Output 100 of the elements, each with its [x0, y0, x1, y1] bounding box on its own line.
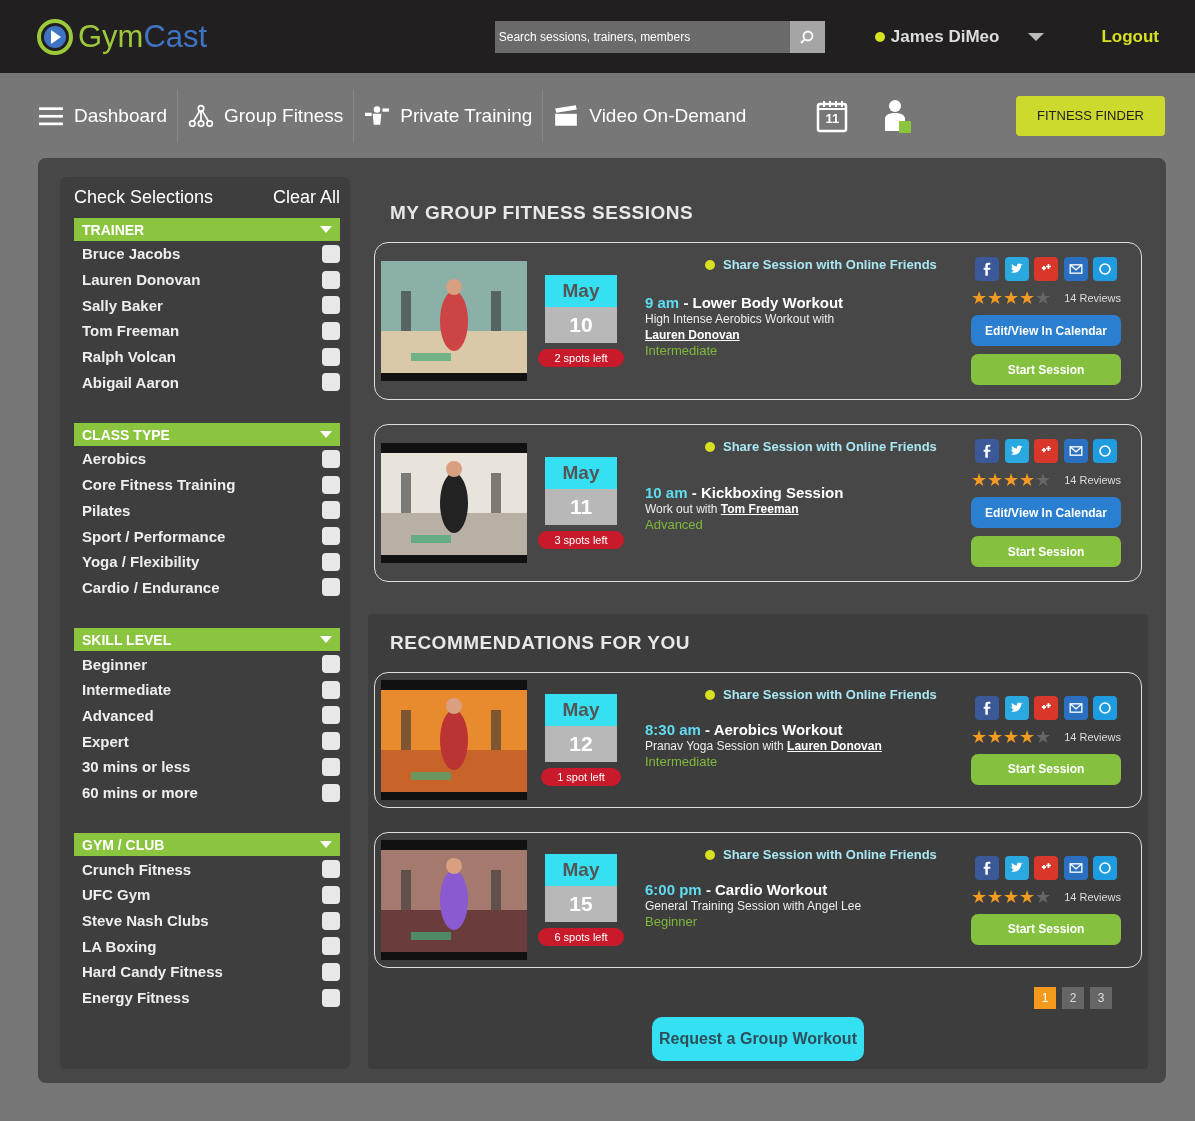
facebook-icon[interactable] — [975, 439, 999, 463]
plus-icon[interactable] — [1034, 855, 1058, 880]
spots-badge: 3 spots left — [538, 531, 624, 549]
filter-label: Sport / Performance — [82, 527, 226, 545]
mail-icon[interactable] — [1063, 439, 1088, 463]
page-button[interactable]: 2 — [1062, 987, 1084, 1009]
filter-label: Intermediate — [82, 681, 172, 699]
checkbox[interactable] — [322, 706, 340, 725]
trainer-link[interactable]: Lauren Donovan — [787, 739, 882, 753]
section-title: RECOMMENDATIONS FOR YOU — [390, 632, 692, 654]
share-link[interactable]: Share Session with Online Friends — [705, 439, 937, 454]
checkbox[interactable] — [322, 373, 340, 392]
checkbox[interactable] — [322, 988, 340, 1007]
session-description: Pranav Yoga Session with Lauren Donovan — [645, 738, 883, 754]
chat-icon[interactable] — [1093, 855, 1117, 880]
checkbox[interactable] — [322, 552, 340, 571]
chat-icon[interactable] — [1093, 695, 1117, 720]
filter-label: Pilates — [82, 501, 131, 519]
session-description: High Intense Aerobics Workout with Lauren Donovan — [645, 311, 836, 343]
chat-icon[interactable] — [1093, 439, 1117, 463]
star-rating: ★★★★★ 14 Reviews — [971, 727, 1121, 746]
nav-item[interactable]: Dashboard — [38, 89, 177, 142]
logo[interactable]: GymCast — [36, 17, 208, 56]
checkbox[interactable] — [322, 270, 340, 289]
checkbox[interactable] — [322, 655, 340, 674]
checkbox[interactable] — [322, 527, 340, 546]
checkbox[interactable] — [322, 757, 340, 776]
clear-all-link[interactable]: Clear All — [272, 187, 340, 208]
checkbox[interactable] — [322, 321, 340, 340]
nav-item[interactable]: Private Training — [353, 89, 543, 142]
checkbox[interactable] — [322, 475, 340, 494]
bird-icon[interactable] — [1004, 695, 1029, 720]
level-label: Beginner — [645, 914, 699, 929]
user-menu[interactable]: James DiMeo — [874, 26, 1046, 47]
day-label: 15 — [545, 886, 617, 922]
checkbox[interactable] — [322, 680, 340, 699]
nav-item[interactable]: Group Fitness — [176, 89, 354, 142]
spots-badge: 2 spots left — [538, 349, 624, 367]
filter-label: Sally Baker — [82, 296, 163, 314]
logout-link[interactable]: Logout — [1101, 26, 1159, 47]
checkbox[interactable] — [322, 244, 340, 263]
share-link[interactable]: Share Session with Online Friends — [705, 257, 937, 272]
page-button[interactable]: 3 — [1090, 987, 1112, 1009]
filter-label: Advanced — [82, 706, 154, 724]
checkbox[interactable] — [322, 296, 340, 315]
filter-label: Abigail Aaron — [82, 373, 179, 391]
fitness-finder-button[interactable]: FITNESS FINDER — [1016, 95, 1165, 136]
mail-icon[interactable] — [1063, 257, 1088, 281]
calendar-button[interactable]: Edit/View In Calendar — [971, 315, 1121, 346]
network-icon — [187, 102, 214, 129]
filter-label: Cardio / Endurance — [82, 578, 220, 596]
checkbox[interactable] — [322, 783, 340, 802]
status-dot-icon — [874, 31, 885, 42]
caret-icon — [1027, 31, 1046, 42]
bird-icon[interactable] — [1004, 257, 1029, 281]
request-workout-button[interactable]: Request a Group Workout — [652, 1017, 864, 1061]
search-button[interactable] — [789, 20, 825, 53]
nav-item[interactable]: Video On-Demand — [542, 89, 757, 142]
session-title: 10 am - Kickboxing Session — [645, 484, 845, 501]
checkbox[interactable] — [322, 501, 340, 520]
level-label: Intermediate — [645, 754, 719, 769]
checkbox[interactable] — [322, 732, 340, 751]
session-title: 9 am - Lower Body Workout — [645, 294, 845, 311]
dot-icon — [705, 259, 715, 270]
plus-icon[interactable] — [1034, 695, 1058, 720]
checkbox[interactable] — [322, 937, 340, 956]
facebook-icon[interactable] — [975, 855, 999, 880]
caret-icon — [320, 840, 332, 849]
bird-icon[interactable] — [1004, 855, 1029, 880]
checkbox[interactable] — [322, 962, 340, 981]
mail-icon[interactable] — [1063, 695, 1088, 720]
session-description: General Training Session with Angel Lee — [645, 898, 863, 914]
checkbox[interactable] — [322, 347, 340, 366]
checkbox[interactable] — [322, 578, 340, 597]
user-icon[interactable] — [882, 98, 913, 133]
share-link[interactable]: Share Session with Online Friends — [705, 687, 937, 702]
filter-label: 30 mins or less — [82, 758, 191, 776]
filter-label: Aerobics — [82, 450, 147, 468]
calendar-button[interactable]: Edit/View In Calendar — [971, 497, 1121, 528]
session-title: 8:30 am - Aerobics Workout — [645, 721, 844, 738]
month-label: May — [545, 694, 617, 726]
trainer-link[interactable]: Lauren Donovan — [645, 328, 740, 342]
dot-icon — [705, 441, 715, 452]
facebook-icon[interactable] — [975, 257, 999, 281]
star-rating: ★★★★★ 14 Reviews — [971, 887, 1121, 906]
filter-label: Tom Freeman — [82, 322, 180, 340]
checkbox[interactable] — [322, 911, 340, 930]
mail-icon[interactable] — [1063, 855, 1088, 880]
level-label: Advanced — [645, 517, 704, 532]
checkbox[interactable] — [322, 885, 340, 904]
chat-icon[interactable] — [1093, 257, 1117, 281]
plus-icon[interactable] — [1034, 439, 1058, 463]
facebook-icon[interactable] — [975, 695, 999, 720]
checkbox[interactable] — [322, 449, 340, 468]
share-link[interactable]: Share Session with Online Friends — [705, 847, 937, 862]
checkbox[interactable] — [322, 860, 340, 879]
bird-icon[interactable] — [1004, 439, 1029, 463]
star-rating: ★★★★★ 14 Reviews — [971, 471, 1121, 489]
trainer-link[interactable]: Tom Freeman — [720, 502, 799, 516]
plus-icon[interactable] — [1034, 257, 1058, 281]
